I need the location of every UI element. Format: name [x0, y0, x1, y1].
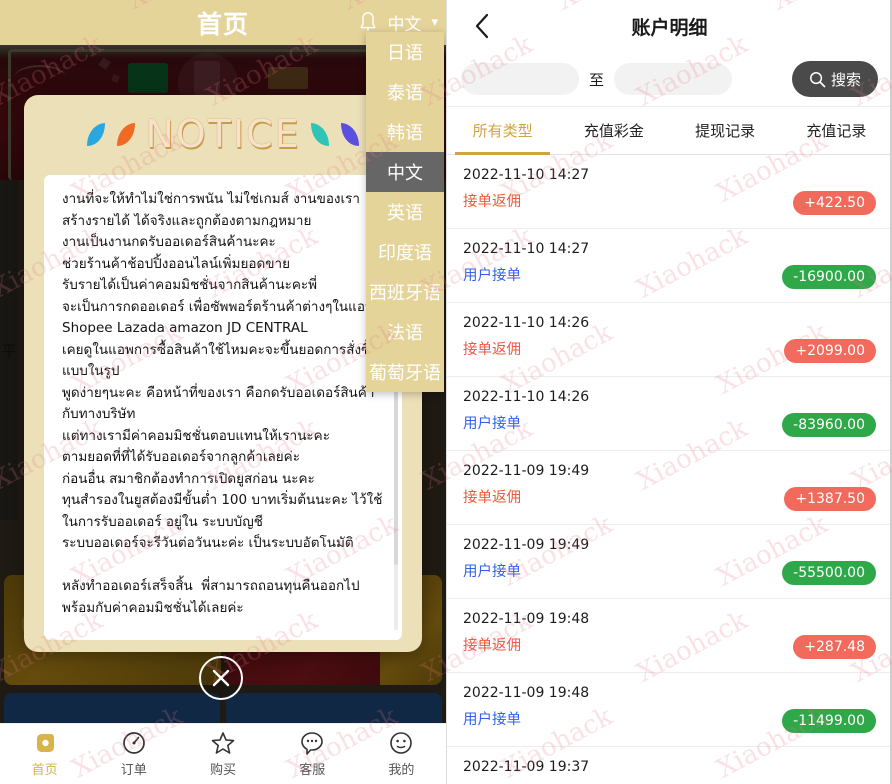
language-option-label: 英语: [387, 203, 423, 224]
transaction-amount-badge: -55500.00: [782, 561, 876, 585]
language-option-label: 西班牙语: [369, 283, 441, 304]
transaction-row[interactable]: 2022-11-09 19:48 接单返佣 +287.48: [447, 599, 892, 673]
language-option-4[interactable]: 英语: [366, 192, 444, 232]
language-option-label: 日语: [387, 43, 423, 64]
transaction-amount-badge: +422.50: [793, 191, 876, 215]
transaction-amount-badge: -11499.00: [782, 709, 876, 733]
date-search-row: 至 搜索: [447, 52, 892, 107]
language-option-label: 泰语: [387, 83, 423, 104]
account-detail-pane: 账户明细 至 搜索 所有类型 充值彩金 提现记录 充值记录 2022-11-10 14…: [446, 0, 892, 784]
screenshot-root: 平 立即查看 立即查看: [0, 0, 892, 784]
tabbar-item-4[interactable]: 我的: [357, 730, 446, 778]
language-option-label: 印度语: [378, 243, 432, 264]
transaction-row[interactable]: 2022-11-09 19:49 用户接单 -55500.00: [447, 525, 892, 599]
mobile-app-pane: 平 立即查看 立即查看: [0, 0, 446, 784]
chat-support-icon: [299, 730, 325, 756]
notice-modal-header: NOTICE: [24, 95, 422, 173]
close-icon: [212, 669, 230, 687]
transaction-timestamp: 2022-11-09 19:48: [463, 611, 590, 627]
account-detail-title: 账户明细: [631, 16, 708, 39]
start-date-input[interactable]: [461, 63, 579, 95]
transaction-amount-badge: +287.48: [793, 635, 876, 659]
transaction-tab-3[interactable]: 充值记录: [781, 107, 892, 154]
search-button[interactable]: 搜索: [791, 61, 878, 97]
notice-title: NOTICE: [145, 112, 301, 156]
notice-body[interactable]: งานที่จะให้ทำไม่ใช่การพนัน ไม่ใช่เกมส์ ง…: [44, 175, 402, 640]
language-option-8[interactable]: 葡萄牙语: [366, 352, 444, 392]
star-icon: [210, 730, 236, 756]
notice-scrollbar-thumb[interactable]: [394, 365, 398, 565]
transaction-row[interactable]: 2022-11-10 14:26 用户接单 -83960.00: [447, 377, 892, 451]
language-dropdown-menu: 日语泰语韩语中文英语印度语西班牙语法语葡萄牙语: [366, 32, 444, 392]
tabbar-item-label: 购买: [210, 763, 237, 778]
transaction-timestamp: 2022-11-10 14:26: [463, 315, 590, 331]
profile-icon: [388, 730, 414, 756]
tabbar-item-label: 订单: [120, 763, 147, 778]
bell-icon[interactable]: [357, 11, 379, 35]
language-option-6[interactable]: 西班牙语: [366, 272, 444, 312]
transaction-row[interactable]: 2022-11-09 19:48 用户接单 -11499.00: [447, 673, 892, 747]
transaction-timestamp: 2022-11-10 14:27: [463, 167, 590, 183]
home-icon: [32, 730, 58, 756]
clock-order-icon: [121, 730, 147, 756]
bottom-tabbar: 首页 订单 购买 客服 我的: [0, 723, 446, 784]
back-chevron-icon: [475, 13, 489, 39]
transaction-tab-1[interactable]: 充值彩金: [558, 107, 669, 154]
chevron-down-icon[interactable]: ▾: [431, 15, 438, 30]
transaction-timestamp: 2022-11-09 19:37: [463, 759, 590, 775]
transaction-amount-badge: -16900.00: [782, 265, 876, 289]
transaction-list: 2022-11-10 14:27 接单返佣 +422.50 2022-11-10 14…: [447, 155, 892, 784]
tabbar-item-1[interactable]: 订单: [89, 730, 178, 778]
language-option-1[interactable]: 泰语: [366, 72, 444, 112]
notice-body-text: งานที่จะให้ทำไม่ใช่การพนัน ไม่ใช่เกมส์ ง…: [62, 191, 383, 616]
tabbar-item-label: 首页: [31, 763, 58, 778]
page-title: 首页: [196, 9, 249, 39]
language-option-0[interactable]: 日语: [366, 32, 444, 72]
tabbar-item-label: 我的: [388, 763, 415, 778]
leaf-icon-teal: [310, 122, 329, 146]
language-option-3[interactable]: 中文: [366, 152, 444, 192]
search-button-label: 搜索: [830, 70, 861, 89]
tabbar-item-0[interactable]: 首页: [0, 730, 89, 778]
tabbar-item-3[interactable]: 客服: [268, 730, 357, 778]
transaction-amount-badge: +1387.50: [784, 487, 876, 511]
transaction-row[interactable]: 2022-11-09 19:37: [447, 747, 892, 784]
transaction-amount-badge: -83960.00: [782, 413, 876, 437]
search-icon: [810, 71, 826, 87]
transaction-row[interactable]: 2022-11-09 19:49 接单返佣 +1387.50: [447, 451, 892, 525]
transaction-timestamp: 2022-11-09 19:49: [463, 537, 590, 553]
tabbar-item-2[interactable]: 购买: [178, 730, 267, 778]
language-option-label: 法语: [387, 323, 423, 344]
tabbar-item-label: 客服: [299, 763, 326, 778]
leaf-icon-purple: [340, 122, 359, 146]
account-detail-header: 账户明细: [447, 0, 892, 52]
transaction-row[interactable]: 2022-11-10 14:27 用户接单 -16900.00: [447, 229, 892, 303]
transaction-timestamp: 2022-11-09 19:49: [463, 463, 590, 479]
leaf-icon-blue: [87, 122, 106, 146]
language-option-label: 葡萄牙语: [369, 363, 441, 384]
language-option-7[interactable]: 法语: [366, 312, 444, 352]
language-option-5[interactable]: 印度语: [366, 232, 444, 272]
transaction-tab-0[interactable]: 所有类型: [447, 107, 558, 155]
transaction-timestamp: 2022-11-09 19:48: [463, 685, 590, 701]
transaction-amount-badge: +2099.00: [784, 339, 876, 363]
end-date-input[interactable]: [614, 63, 733, 95]
date-range-separator: 至: [589, 70, 605, 89]
notice-modal: NOTICE งานที่จะให้ทำไม่ใช่การพนัน ไม่ใช่…: [24, 95, 422, 652]
transaction-type-tabs: 所有类型 充值彩金 提现记录 充值记录: [447, 107, 892, 155]
transaction-timestamp: 2022-11-10 14:26: [463, 389, 590, 405]
language-option-label: 中文: [387, 163, 423, 184]
language-option-label: 韩语: [387, 123, 423, 144]
back-button[interactable]: [469, 12, 495, 40]
transaction-row[interactable]: 2022-11-10 14:26 接单返佣 +2099.00: [447, 303, 892, 377]
close-notice-button[interactable]: [199, 656, 243, 700]
transaction-row[interactable]: 2022-11-10 14:27 接单返佣 +422.50: [447, 155, 892, 229]
transaction-timestamp: 2022-11-10 14:27: [463, 241, 590, 257]
language-option-2[interactable]: 韩语: [366, 112, 444, 152]
leaf-icon-orange: [117, 122, 136, 146]
transaction-tab-2[interactable]: 提现记录: [670, 107, 781, 154]
